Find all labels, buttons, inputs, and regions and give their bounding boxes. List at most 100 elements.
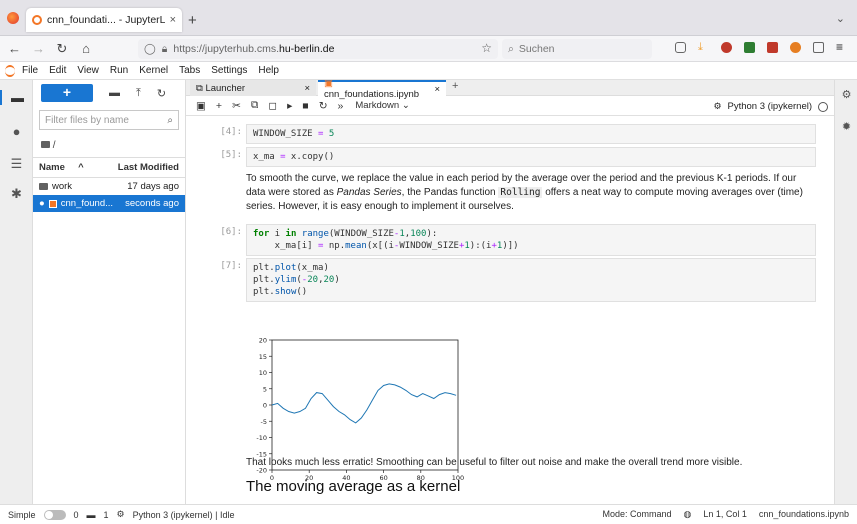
menu-help[interactable]: Help bbox=[258, 65, 279, 76]
cursor-position[interactable]: Ln 1, Col 1 bbox=[703, 509, 747, 520]
menu-file[interactable]: File bbox=[22, 65, 38, 76]
extensions-toolbar: ⤓ ≡ bbox=[675, 41, 847, 53]
menu-edit[interactable]: Edit bbox=[49, 65, 66, 76]
lock-icon: 🔒︎ bbox=[161, 42, 168, 55]
terminal-icon: ▬ bbox=[86, 509, 96, 520]
filter-placeholder: Filter files by name bbox=[45, 114, 129, 126]
new-tab-button[interactable]: + bbox=[452, 80, 458, 92]
browser-tab[interactable]: cnn_foundati... - JupyterLab × bbox=[26, 8, 182, 32]
file-modified: 17 days ago bbox=[127, 181, 179, 192]
refresh-icon[interactable]: ↻ bbox=[157, 87, 166, 100]
fast-forward-icon[interactable]: » bbox=[338, 100, 344, 112]
simple-mode-toggle[interactable] bbox=[43, 509, 66, 520]
extension-red-icon[interactable] bbox=[767, 42, 778, 53]
reload-icon[interactable]: ↻ bbox=[56, 41, 68, 57]
new-launcher-button[interactable]: + bbox=[41, 84, 93, 102]
insert-cell-icon[interactable]: + bbox=[216, 100, 222, 112]
back-icon[interactable]: ← bbox=[8, 41, 21, 56]
menu-run[interactable]: Run bbox=[110, 65, 128, 76]
launcher-icon: ⧉ bbox=[196, 82, 203, 94]
menu-view[interactable]: View bbox=[77, 65, 99, 76]
close-icon[interactable]: × bbox=[304, 83, 310, 94]
notebook-icon bbox=[48, 199, 57, 208]
pocket-icon[interactable] bbox=[675, 42, 686, 53]
kernel-status[interactable]: Python 3 (ipykernel) | Idle bbox=[133, 510, 235, 520]
url-bar[interactable]: ◯ 🔒︎ https://jupyterhub.cms.hu-berlin.de… bbox=[138, 39, 498, 59]
filter-files-input[interactable]: Filter files by name ⌕ bbox=[39, 110, 179, 130]
jupyter-logo-icon bbox=[5, 65, 15, 77]
menu-icon[interactable]: ≡ bbox=[836, 41, 847, 53]
settings-icon: ⚙ bbox=[116, 509, 125, 519]
stop-icon[interactable]: ■ bbox=[302, 100, 308, 112]
download-icon[interactable]: ⤓ bbox=[698, 42, 709, 53]
markdown-cell[interactable]: To smooth the curve, we replace the valu… bbox=[246, 172, 814, 214]
section-heading: The moving average as a kernel bbox=[246, 478, 461, 495]
run-icon[interactable]: ▸ bbox=[287, 100, 292, 112]
home-icon[interactable]: ⌂ bbox=[80, 41, 92, 56]
extension-green-icon[interactable] bbox=[744, 42, 755, 53]
mode-indicator: Mode: Command bbox=[602, 509, 672, 519]
save-icon[interactable]: ▣ bbox=[196, 100, 206, 112]
y-tick-label: 15 bbox=[259, 353, 267, 361]
globe-icon: ◍ bbox=[683, 509, 692, 519]
search-placeholder: Suchen bbox=[518, 43, 555, 55]
upload-icon[interactable]: ⤒ bbox=[136, 87, 141, 100]
paste-icon[interactable]: ◻ bbox=[268, 100, 277, 112]
y-tick-label: 20 bbox=[259, 337, 267, 345]
kernel-status-icon bbox=[818, 101, 828, 112]
running-icon[interactable]: ● bbox=[0, 124, 33, 139]
bookmark-star-icon[interactable]: ☆ bbox=[481, 41, 492, 55]
markdown-text[interactable]: That looks much less erratic! Smoothing … bbox=[246, 456, 814, 470]
menu-kernel[interactable]: Kernel bbox=[139, 65, 168, 76]
tab-notebook[interactable]: ▣ cnn_foundations.ipynb × bbox=[318, 78, 446, 100]
kernel-name: Python 3 (ipykernel) bbox=[727, 101, 812, 112]
cut-icon[interactable]: ✂ bbox=[232, 100, 241, 112]
cell-code[interactable]: x_ma = x.copy() bbox=[246, 147, 816, 167]
menu-tabs[interactable]: Tabs bbox=[179, 65, 200, 76]
cell-prompt: [6]: bbox=[220, 227, 242, 237]
close-tab-icon[interactable]: × bbox=[170, 14, 176, 26]
search-icon: ⌕ bbox=[508, 42, 514, 55]
forward-icon[interactable]: → bbox=[32, 41, 45, 56]
file-row-notebook[interactable]: ● cnn_found... seconds ago bbox=[33, 195, 185, 212]
cell-type-select[interactable]: Markdown ⌄ bbox=[355, 100, 409, 111]
terminal-count[interactable]: 0 bbox=[74, 510, 79, 520]
main-area: ⧉ Launcher × ▣ cnn_foundations.ipynb × +… bbox=[186, 78, 834, 504]
new-tab-button[interactable]: + bbox=[188, 12, 197, 29]
tab-list-button[interactable]: ⌄ bbox=[836, 12, 845, 25]
kernel-settings-icon: ⚙ bbox=[713, 101, 722, 111]
tab-launcher[interactable]: ⧉ Launcher × bbox=[190, 80, 316, 96]
debugger-icon[interactable]: ✹ bbox=[835, 120, 857, 133]
kernel-count[interactable]: 1 bbox=[104, 510, 109, 520]
cell-code[interactable]: WINDOW_SIZE = 5 bbox=[246, 124, 816, 144]
cell-prompt: [4]: bbox=[220, 127, 242, 137]
plot-frame bbox=[271, 339, 459, 471]
column-name[interactable]: Name ^ bbox=[39, 162, 84, 173]
new-folder-icon[interactable]: ▬ bbox=[109, 87, 120, 99]
property-inspector-icon[interactable]: ⚙ bbox=[835, 88, 857, 101]
folder-icon bbox=[39, 183, 48, 190]
menu-settings[interactable]: Settings bbox=[211, 65, 247, 76]
kernel-indicator[interactable]: ⚙ Python 3 (ipykernel) bbox=[713, 101, 828, 112]
copy-icon[interactable]: ⧉ bbox=[251, 99, 259, 112]
file-browser-toolbar: + ▬ ⤒ ↻ bbox=[33, 80, 185, 106]
breadcrumb[interactable]: / bbox=[33, 134, 185, 157]
right-sidebar: ⚙ ✹ bbox=[834, 80, 857, 504]
toc-icon[interactable]: ☰ bbox=[0, 156, 33, 172]
extension-icon[interactable]: ✱ bbox=[0, 186, 33, 202]
file-browser: + ▬ ⤒ ↻ Filter files by name ⌕ / Name ^ … bbox=[33, 80, 186, 504]
ublock-icon[interactable] bbox=[721, 42, 732, 53]
extension-orange-icon[interactable] bbox=[790, 42, 801, 53]
file-row-work[interactable]: work 17 days ago bbox=[33, 178, 185, 195]
y-tick-label: 0 bbox=[263, 402, 267, 410]
cell-code[interactable]: plt.plot(x_ma) plt.ylim(-20,20) plt.show… bbox=[246, 258, 816, 302]
search-icon: ⌕ bbox=[167, 114, 173, 126]
search-input[interactable]: ⌕ Suchen bbox=[502, 39, 652, 59]
close-icon[interactable]: × bbox=[434, 84, 440, 95]
restart-icon[interactable]: ↻ bbox=[319, 100, 328, 112]
account-icon[interactable] bbox=[813, 42, 824, 53]
cell-code[interactable]: for i in range(WINDOW_SIZE-1,100): x_ma[… bbox=[246, 224, 816, 256]
column-last-modified[interactable]: Last Modified bbox=[118, 162, 179, 173]
url-text: https://jupyterhub.cms.hu-berlin.de bbox=[173, 43, 335, 55]
folder-icon[interactable]: ▬ bbox=[0, 90, 33, 105]
